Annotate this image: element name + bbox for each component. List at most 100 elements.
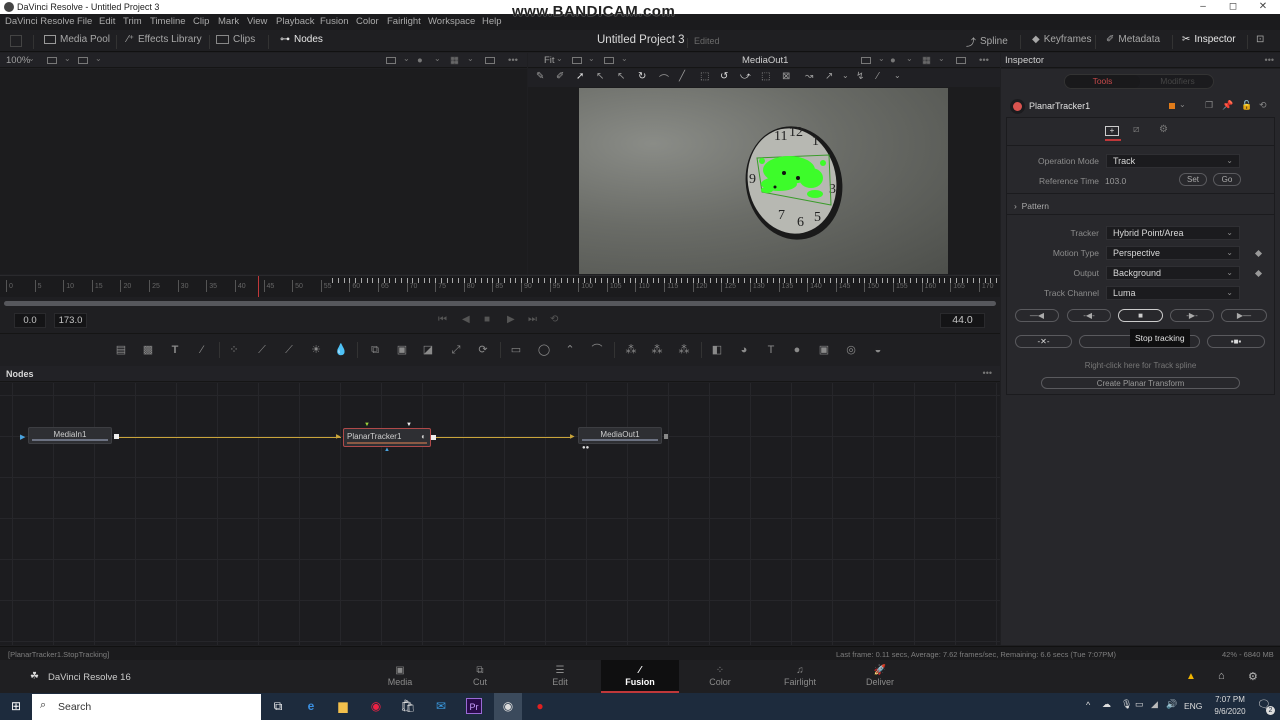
shape-icon[interactable]: ↗ <box>825 71 833 82</box>
page-deliver[interactable]: 🚀 Deliver <box>841 660 919 693</box>
grid-icon[interactable]: ▦ <box>922 55 931 66</box>
reference-time-value[interactable]: 103.0 <box>1105 176 1126 186</box>
pattern-expander[interactable]: › Pattern <box>1014 201 1049 211</box>
menu-clip[interactable]: Clip <box>193 16 209 27</box>
mail-icon[interactable]: ✉ <box>433 698 449 714</box>
version-icon[interactable]: ❐ <box>1205 100 1213 111</box>
file-explorer-icon[interactable]: ▆ <box>335 698 351 714</box>
node-editor[interactable]: ▶ MediaIn1 ▶ PlanarTracker1 ◐ ▼ ▼ ▲ ▶ Me… <box>0 383 1000 645</box>
settings-tab-icon[interactable]: ⧄ <box>1133 124 1139 135</box>
chrome-icon[interactable]: ◉ <box>368 698 384 714</box>
node-mediaout1[interactable]: MediaOut1 <box>578 427 662 444</box>
pin-icon[interactable]: 📌 <box>1222 100 1233 111</box>
lock-icon[interactable]: 🔓 <box>1241 100 1252 111</box>
bspline-mask-icon[interactable]: ⌒ <box>590 343 604 357</box>
auto-key-icon[interactable]: ↯ <box>856 71 864 82</box>
menu-playback[interactable]: Playback <box>276 16 315 27</box>
transform-icon[interactable]: ⬚ <box>761 71 770 82</box>
menu-davinci-resolve[interactable]: DaVinci Resolve <box>5 16 75 27</box>
panel-toggle-button[interactable] <box>10 35 22 47</box>
clock-date[interactable]: 9/6/2020 <box>1207 707 1253 716</box>
spotlight-3d-icon[interactable]: ◎ <box>844 343 858 357</box>
lut-icon[interactable] <box>386 57 396 64</box>
taskbar-search[interactable]: ⌕ Search <box>32 694 261 720</box>
set-reference-button[interactable]: ▪■▪ <box>1207 335 1265 348</box>
output-dropdown[interactable]: Background ⌄ <box>1106 266 1240 280</box>
line-icon[interactable]: ╱ <box>679 71 685 82</box>
menu-file[interactable]: File <box>77 16 92 27</box>
chevron-down-icon[interactable]: ⌄ <box>894 71 901 80</box>
microphone-icon[interactable]: 🎙 <box>1121 699 1132 710</box>
menu-edit[interactable]: Edit <box>99 16 115 27</box>
merge-tool-icon[interactable]: ⧉ <box>368 343 382 357</box>
onedrive-icon[interactable]: ☁ <box>1102 699 1111 710</box>
home-icon[interactable]: ⌂ <box>1218 670 1225 682</box>
chevron-down-icon[interactable]: ⌄ <box>621 54 628 63</box>
page-fairlight[interactable]: ♫ Fairlight <box>761 660 839 693</box>
more-options-icon[interactable]: ••• <box>1265 55 1274 65</box>
settings-gear-icon[interactable]: ⚙ <box>1248 670 1258 683</box>
battery-icon[interactable]: ▭ <box>1135 699 1144 710</box>
volume-icon[interactable]: 🔊 <box>1166 699 1177 710</box>
edge-icon[interactable]: e <box>303 698 319 714</box>
select-pointer-icon[interactable]: ➚ <box>576 71 584 82</box>
menu-help[interactable]: Help <box>482 16 502 27</box>
stop-icon[interactable]: ■ <box>484 314 490 325</box>
left-viewer[interactable] <box>0 69 527 274</box>
ellipse-mask-icon[interactable]: ◯ <box>537 343 551 357</box>
menu-mark[interactable]: Mark <box>218 16 239 27</box>
fullscreen-toggle-icon[interactable]: ⊡ <box>1256 34 1264 45</box>
closed-polyline-icon[interactable]: ↻ <box>638 71 646 82</box>
create-planar-transform-button[interactable]: Create Planar Transform <box>1041 377 1240 389</box>
menu-fairlight[interactable]: Fairlight <box>387 16 421 27</box>
track-forward-button[interactable]: -▶- <box>1170 309 1214 322</box>
color-correct-tool-icon[interactable]: ⟋ <box>282 343 296 357</box>
task-view-icon[interactable]: ⧉ <box>270 698 286 714</box>
pen-icon[interactable]: ✐ <box>556 71 564 82</box>
view-indicator-icon[interactable]: ●● <box>582 445 589 451</box>
chevron-down-icon[interactable]: ⌄ <box>906 54 913 63</box>
chevron-down-icon[interactable]: ⌄ <box>1179 100 1186 109</box>
track-spline-hint[interactable]: Right-click here for Track spline <box>1007 361 1274 370</box>
viewer-image[interactable]: 11 12 1 93 765 <box>579 88 948 274</box>
spline-button[interactable]: ⤴ Spline <box>966 34 1008 49</box>
roi-icon[interactable] <box>78 57 88 64</box>
windows-start-icon[interactable]: ⊞ <box>8 698 24 714</box>
render-end-field[interactable]: 173.0 <box>54 313 87 328</box>
right-viewer-zoom[interactable]: Fit <box>544 55 555 66</box>
set-button[interactable]: Set <box>1179 173 1207 186</box>
chevron-down-icon[interactable]: ⌄ <box>64 54 71 63</box>
keyframe-icon[interactable] <box>1254 249 1263 258</box>
tool-enable-toggle[interactable] <box>1013 102 1022 111</box>
smooth-icon[interactable]: ↺ <box>720 71 728 82</box>
tracker-dropdown[interactable]: Hybrid Point/Area ⌄ <box>1106 226 1240 240</box>
menu-workspace[interactable]: Workspace <box>428 16 475 27</box>
page-cut[interactable]: ⧉ Cut <box>441 660 519 693</box>
play-forward-icon[interactable]: ▶ <box>507 314 515 325</box>
foreground-input-icon[interactable]: ▼ <box>364 422 370 428</box>
polygon-mask-icon[interactable]: ⌃ <box>563 343 577 357</box>
more-options-icon[interactable]: ••• <box>508 55 518 66</box>
frame-icon[interactable] <box>485 57 495 64</box>
reset-icon[interactable]: ⟲ <box>1259 100 1267 111</box>
particle-tool-icon[interactable]: ⁂ <box>677 343 691 357</box>
connection-line[interactable] <box>436 437 570 438</box>
tab-modifiers[interactable]: Modifiers <box>1140 75 1215 88</box>
menu-color[interactable]: Color <box>356 16 379 27</box>
modify-point-icon[interactable]: ↖ <box>617 71 625 82</box>
track-to-end-button[interactable]: ▶— <box>1221 309 1267 322</box>
close-button[interactable]: ✕ <box>1248 0 1278 14</box>
node-planartracker1[interactable]: PlanarTracker1 ◐ <box>343 428 431 447</box>
transform-tool-icon[interactable]: ⟳ <box>476 343 490 357</box>
color-channels-icon[interactable]: ● <box>417 55 423 66</box>
go-button[interactable]: Go <box>1213 173 1241 186</box>
more-options-icon[interactable]: ••• <box>983 368 992 378</box>
track-backward-button[interactable]: -◀- <box>1067 309 1111 322</box>
rectangle-mask-icon[interactable]: ▭ <box>509 343 523 357</box>
media-pool-button[interactable]: Media Pool <box>44 34 110 45</box>
brightness-contrast-tool-icon[interactable]: ☀ <box>309 343 323 357</box>
davinci-taskbar-icon[interactable]: ◉ <box>494 693 522 720</box>
properties-tab-icon[interactable]: ⚙ <box>1159 124 1168 135</box>
render-start-field[interactable]: 0.0 <box>14 313 46 328</box>
delete-point-icon[interactable]: ⊠ <box>782 71 790 82</box>
